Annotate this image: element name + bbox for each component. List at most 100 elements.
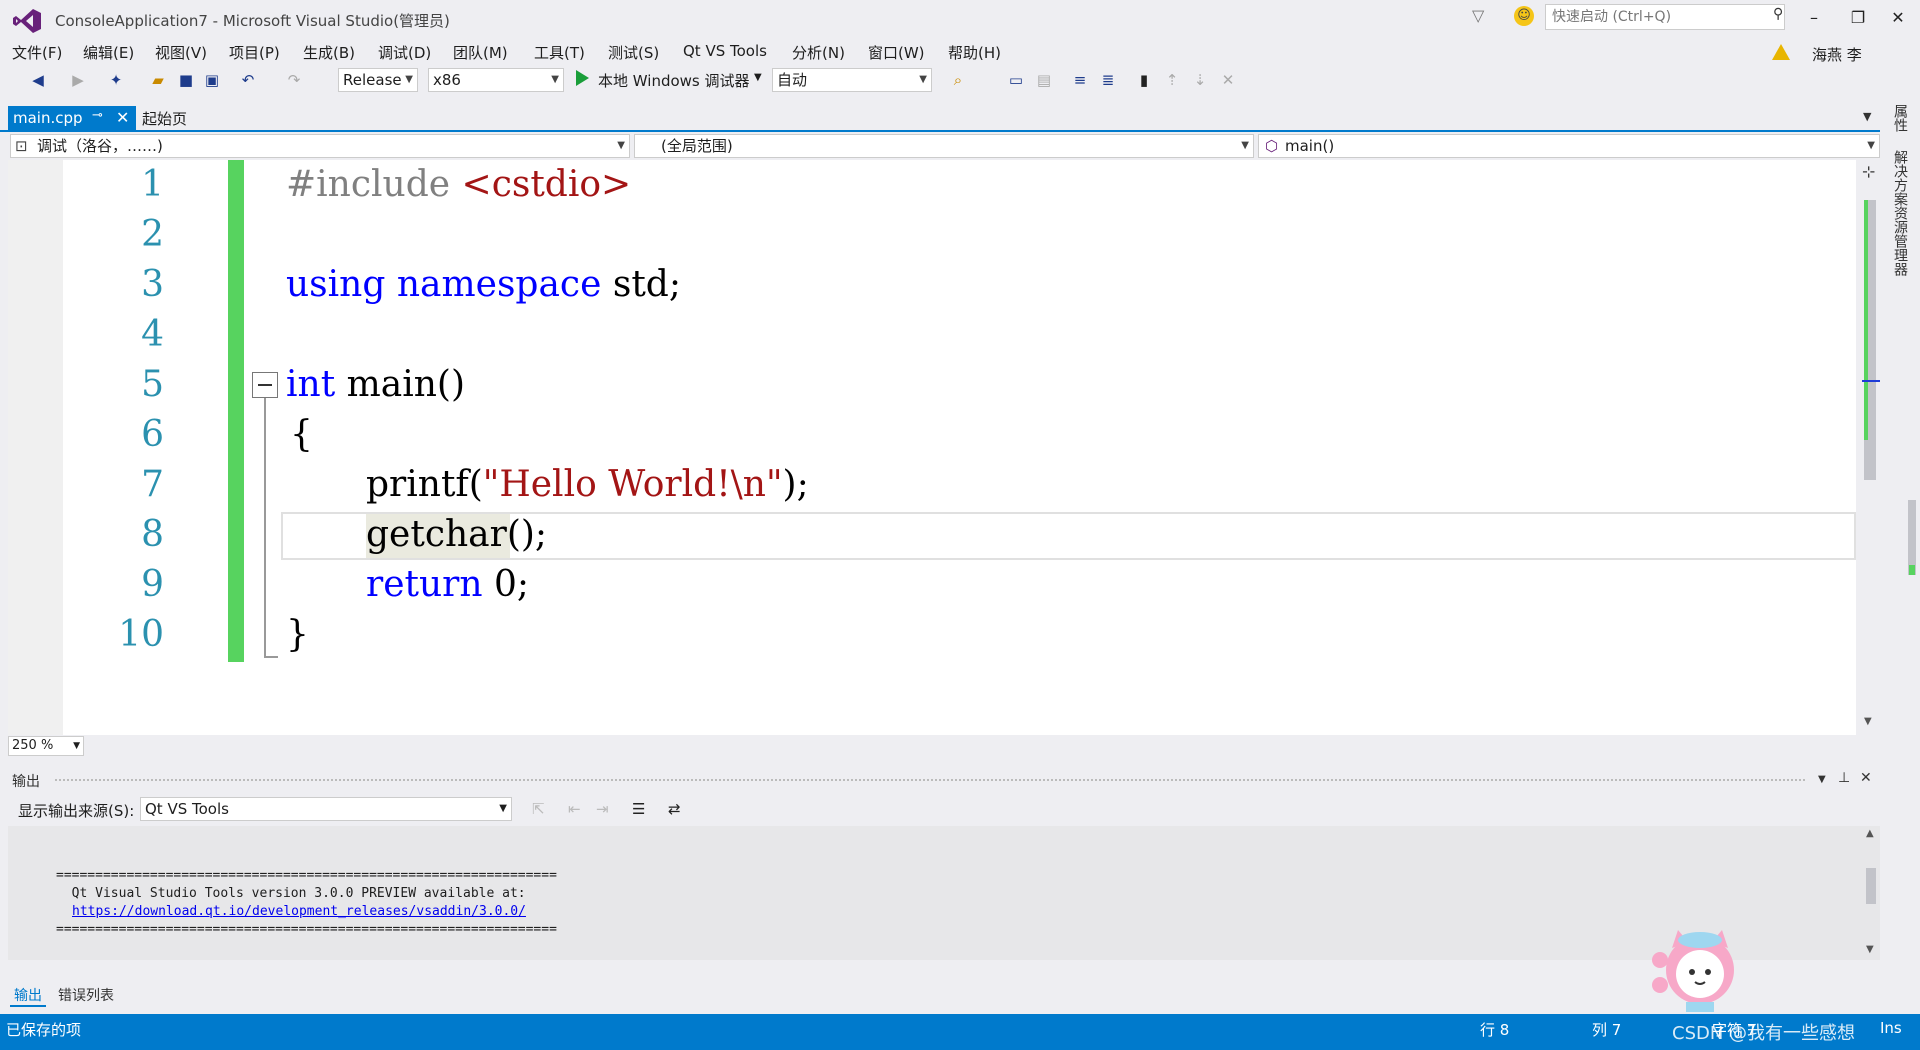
start-debugging-icon[interactable] (576, 70, 589, 86)
visual-studio-window: ConsoleApplication7 - Microsoft Visual S… (0, 0, 1920, 1050)
solution-platform-select[interactable]: x86 ▼ (428, 68, 564, 92)
scope-dropdown[interactable]: (全局范围) ▼ (634, 134, 1254, 158)
redo-icon[interactable]: ↷ (284, 70, 304, 90)
line-number: 10 (118, 614, 164, 655)
next-message-icon[interactable]: ⇥ (596, 800, 609, 818)
close-icon[interactable]: ✕ (116, 106, 129, 130)
outline-region-end (264, 656, 278, 658)
code-line-5: int main() (286, 360, 465, 410)
notification-filter-icon[interactable]: ▽ (1472, 6, 1484, 25)
output-source-select[interactable]: Qt VS Tools ▼ (140, 797, 512, 821)
account-name[interactable]: 海燕 李 (1812, 44, 1862, 65)
close-icon[interactable]: ✕ (1860, 770, 1872, 786)
new-project-icon[interactable]: ✦ (106, 70, 126, 90)
menu-tools[interactable]: 工具(T) (534, 42, 585, 63)
change-tracking-bar (228, 160, 244, 662)
tab-start-page[interactable]: 起始页 (142, 106, 187, 132)
panel-grip[interactable] (55, 779, 1805, 783)
restore-button[interactable]: ❐ (1840, 4, 1876, 32)
find-in-files-icon[interactable]: ⌕ (948, 70, 968, 90)
feedback-smiley-icon[interactable]: ☺ (1514, 6, 1534, 26)
quick-launch-input[interactable]: 快速启动 (Ctrl+Q) (1545, 4, 1785, 30)
menu-help[interactable]: 帮助(H) (948, 42, 1001, 63)
split-window-icon[interactable]: ⊹ (1862, 162, 1875, 181)
compare-icon[interactable]: ▤ (1034, 70, 1054, 90)
chevron-down-icon: ▼ (617, 140, 625, 151)
menu-debug[interactable]: 调试(D) (378, 42, 431, 63)
menu-test[interactable]: 测试(S) (608, 42, 659, 63)
pin-icon[interactable]: ⊸ (92, 108, 103, 123)
keyword-token: using (286, 264, 386, 305)
navigate-icon[interactable]: ▭ (1006, 70, 1026, 90)
forward-icon[interactable]: ▶ (68, 70, 88, 90)
previous-bookmark-icon[interactable]: ⇡ (1162, 70, 1182, 90)
menu-view[interactable]: 视图(V) (155, 42, 207, 63)
find-message-icon[interactable]: ⇱ (532, 800, 545, 818)
output-link[interactable]: https://download.qt.io/development_relea… (72, 904, 526, 919)
member-dropdown[interactable]: ⬡ main() ▼ (1258, 134, 1880, 158)
menu-project[interactable]: 项目(P) (229, 42, 280, 63)
bookmark-icon[interactable]: ▮ (1134, 70, 1154, 90)
solution-configuration-select[interactable]: Release ▼ (338, 68, 418, 92)
tab-properties[interactable]: 属性 (1890, 104, 1910, 132)
side-scroll-indicator (1908, 500, 1916, 575)
status-bar (0, 1014, 1920, 1050)
clear-bookmarks-icon[interactable]: ✕ (1218, 70, 1238, 90)
keyword-token: return (366, 564, 483, 605)
scroll-down-icon[interactable]: ▼ (1866, 944, 1874, 955)
debugger-mode-select[interactable]: 自动 ▼ (772, 68, 932, 92)
scrollbar-thumb[interactable] (1866, 868, 1876, 904)
menu-build[interactable]: 生成(B) (303, 42, 355, 63)
code-line-7: printf("Hello World!\n"); (366, 460, 809, 510)
menu-analyze[interactable]: 分析(N) (792, 42, 845, 63)
close-window-button[interactable]: ✕ (1880, 4, 1916, 32)
save-icon[interactable]: ■ (176, 70, 196, 90)
outdent-icon[interactable]: ≡ (1070, 70, 1090, 90)
warning-icon[interactable] (1772, 44, 1790, 60)
tab-solution-explorer[interactable]: 解决方案资源管理器 (1890, 150, 1910, 276)
tab-error-list[interactable]: 错误列表 (58, 985, 114, 1005)
menu-window[interactable]: 窗口(W) (868, 42, 925, 63)
tab-output[interactable]: 输出 (14, 985, 42, 1005)
chevron-down-icon[interactable]: ▼ (754, 72, 762, 83)
word-wrap-icon[interactable]: ⇄ (668, 800, 681, 818)
scope-value: (全局范围) (661, 137, 733, 155)
code-line-3: using namespace std; (286, 260, 681, 310)
minimize-button[interactable]: – (1796, 4, 1832, 32)
scroll-down-icon[interactable]: ▼ (1864, 716, 1872, 727)
undo-icon[interactable]: ↶ (238, 70, 258, 90)
clear-all-icon[interactable]: ☰ (632, 800, 645, 818)
search-icon[interactable]: ⚲ (1773, 6, 1783, 22)
start-debugger-button[interactable]: 本地 Windows 调试器 (598, 70, 750, 91)
indent-icon[interactable]: ≣ (1098, 70, 1118, 90)
status-column: 列 7 (1592, 1021, 1622, 1039)
line-number: 9 (141, 564, 164, 605)
back-icon[interactable]: ◀ (28, 70, 48, 90)
code-token: main() (335, 364, 466, 405)
zoom-value: 250 % (12, 738, 54, 753)
configuration-value: Release (343, 71, 402, 89)
menu-qt-vs-tools[interactable]: Qt VS Tools (683, 42, 767, 60)
chevron-down-icon: ▼ (405, 74, 413, 85)
tool-window-tabs (8, 980, 1880, 1008)
menu-file[interactable]: 文件(F) (12, 42, 62, 63)
menu-edit[interactable]: 编辑(E) (83, 42, 134, 63)
output-panel-title: 输出 (12, 774, 40, 790)
zoom-select[interactable]: 250 % ▼ (8, 736, 84, 756)
keyword-token: int (286, 364, 336, 405)
save-all-icon[interactable]: ▣ (202, 70, 222, 90)
open-file-icon[interactable]: ▰ (148, 70, 168, 90)
line-number: 4 (141, 314, 164, 355)
previous-message-icon[interactable]: ⇤ (568, 800, 581, 818)
menu-team[interactable]: 团队(M) (453, 42, 508, 63)
code-line-6: { (290, 414, 313, 455)
project-dropdown[interactable]: ⊡ 调试（洛谷，……) ▼ (10, 134, 630, 158)
scroll-up-icon[interactable]: ▲ (1866, 828, 1874, 839)
output-link-text[interactable]: https://download.qt.io/development_relea… (72, 904, 526, 919)
pin-icon[interactable]: ⊥ (1838, 770, 1850, 786)
chevron-down-icon[interactable]: ▼ (1863, 110, 1871, 123)
chevron-down-icon[interactable]: ▼ (1818, 774, 1826, 785)
collapse-region-icon[interactable] (252, 372, 278, 398)
next-bookmark-icon[interactable]: ⇣ (1190, 70, 1210, 90)
debugger-mode-value: 自动 (777, 71, 808, 89)
